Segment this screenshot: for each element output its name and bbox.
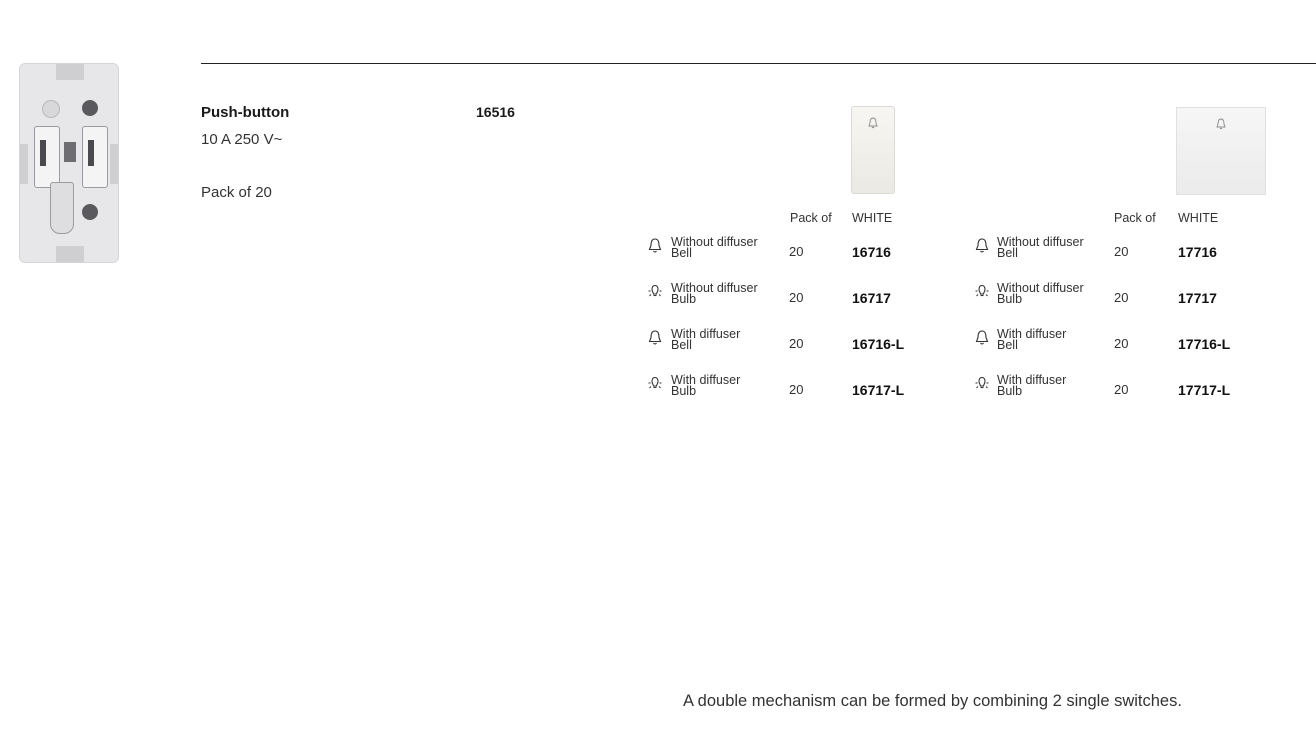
row-description-line2: Bulb [671, 292, 697, 306]
row-quantity: 20 [789, 382, 804, 397]
bulb-icon [974, 283, 992, 303]
row-quantity: 20 [1114, 244, 1129, 259]
table1-header-color: WHITE [852, 211, 893, 225]
row-description-line2: Bell [671, 338, 692, 352]
table2-header-color: WHITE [1178, 211, 1219, 225]
table2-header-pack: Pack of [1114, 211, 1156, 225]
plate-image-wide [1176, 107, 1266, 195]
row-quantity: 20 [789, 244, 804, 259]
row-reference: 16716-L [852, 336, 905, 352]
bell-icon [974, 237, 992, 257]
row-reference: 17716-L [1178, 336, 1231, 352]
bulb-icon [647, 283, 665, 303]
row-description: With diffuser Bulb [997, 374, 1066, 398]
footnote: A double mechanism can be formed by comb… [683, 692, 1182, 710]
row-description: Without diffuser Bell [671, 236, 758, 260]
row-quantity: 20 [789, 290, 804, 305]
row-description: With diffuser Bell [671, 328, 740, 352]
plate-image-narrow [851, 106, 895, 194]
row-description-line2: Bell [997, 338, 1018, 352]
row-reference: 17717 [1178, 290, 1217, 306]
product-title: Push-button [201, 104, 290, 121]
mechanism-image [19, 63, 119, 263]
row-reference: 17717-L [1178, 382, 1231, 398]
row-reference: 16717 [852, 290, 891, 306]
bulb-icon [974, 375, 992, 395]
bell-icon [647, 329, 665, 349]
bulb-icon [647, 375, 665, 395]
row-description: Without diffuser Bulb [997, 282, 1084, 306]
row-description-line2: Bulb [997, 292, 1023, 306]
table1-header-pack: Pack of [790, 211, 832, 225]
product-spec: 10 A 250 V~ [201, 131, 283, 148]
row-description: With diffuser Bell [997, 328, 1066, 352]
row-description-line2: Bell [671, 246, 692, 260]
row-reference: 16717-L [852, 382, 905, 398]
row-description-line2: Bulb [997, 384, 1023, 398]
row-description-line2: Bell [997, 246, 1018, 260]
product-pack: Pack of 20 [201, 184, 272, 201]
row-quantity: 20 [1114, 382, 1129, 397]
row-reference: 17716 [1178, 244, 1217, 260]
row-description: With diffuser Bulb [671, 374, 740, 398]
bell-icon [1216, 118, 1226, 130]
row-description: Without diffuser Bulb [671, 282, 758, 306]
row-quantity: 20 [1114, 290, 1129, 305]
bell-icon [647, 237, 665, 257]
product-code: 16516 [476, 104, 515, 120]
row-description: Without diffuser Bell [997, 236, 1084, 260]
row-quantity: 20 [1114, 336, 1129, 351]
row-quantity: 20 [789, 336, 804, 351]
top-divider [201, 63, 1316, 64]
bell-icon [868, 117, 878, 129]
bell-icon [974, 329, 992, 349]
row-reference: 16716 [852, 244, 891, 260]
row-description-line2: Bulb [671, 384, 697, 398]
